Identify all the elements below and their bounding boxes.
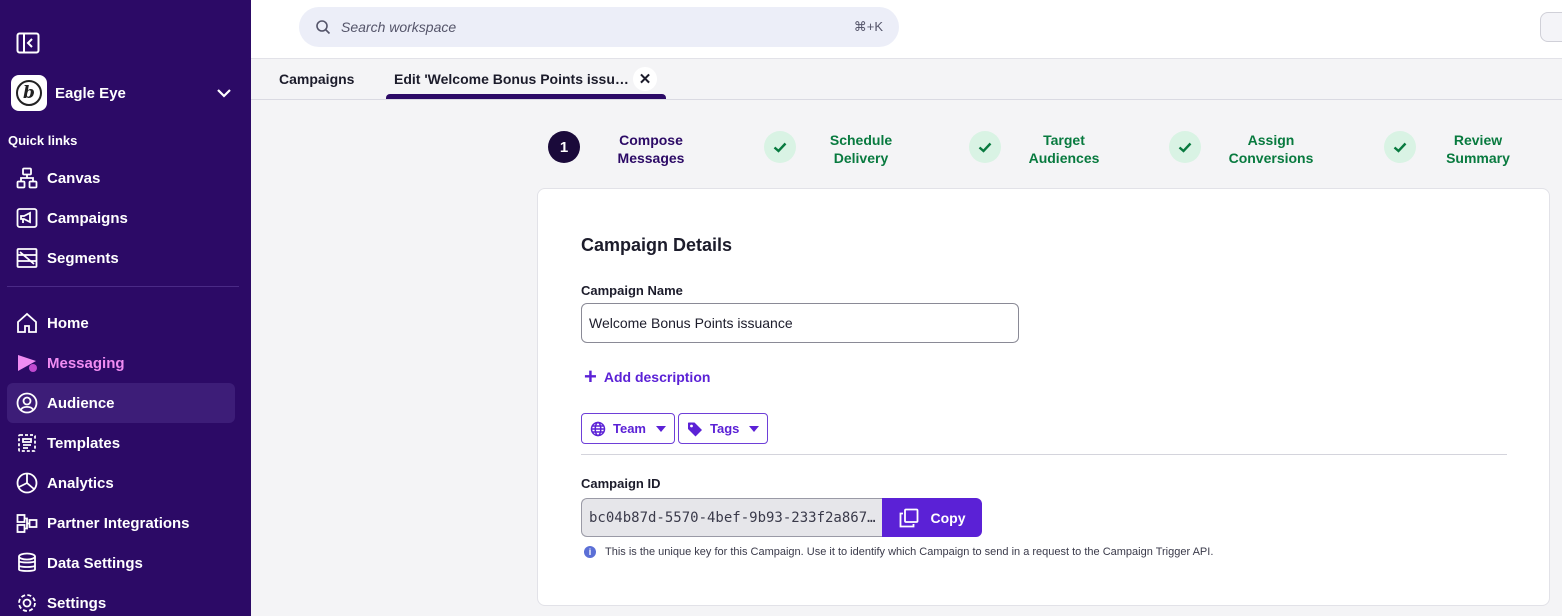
team-dropdown[interactable]: Team	[581, 413, 675, 444]
caret-down-icon	[749, 425, 760, 432]
segments-icon	[16, 247, 38, 269]
sidebar-item-audience[interactable]: Audience	[7, 383, 235, 423]
sidebar-item-messaging[interactable]: Messaging	[7, 343, 235, 383]
check-icon	[764, 131, 796, 163]
tab-campaigns[interactable]: Campaigns	[279, 59, 354, 99]
workspace-switcher[interactable]: b Eagle Eye	[11, 75, 236, 111]
search-input[interactable]: Search workspace ⌘+K	[299, 7, 899, 47]
sidebar-item-label: Settings	[47, 594, 107, 612]
analytics-icon	[16, 472, 38, 494]
step-target-audiences[interactable]	[969, 131, 1001, 163]
sidebar-divider	[7, 286, 239, 287]
sidebar-item-label: Messaging	[47, 354, 125, 372]
canvas-icon	[16, 167, 38, 189]
search-shortcut: ⌘+K	[853, 19, 883, 34]
database-icon	[16, 552, 38, 574]
sidebar-item-campaigns[interactable]: Campaigns	[7, 198, 235, 238]
caret-down-icon	[656, 425, 666, 432]
messaging-icon	[16, 352, 38, 374]
globe-icon	[590, 421, 606, 437]
sidebar-item-segments[interactable]: Segments	[7, 238, 235, 278]
campaign-name-label: Campaign Name	[581, 283, 683, 298]
home-icon	[16, 312, 38, 334]
campaign-id-label: Campaign ID	[581, 476, 661, 491]
campaign-id-help: i This is the unique key for this Campai…	[584, 546, 1213, 558]
campaign-name-field[interactable]	[581, 303, 1019, 343]
step-label[interactable]: Compose Messages	[591, 131, 711, 167]
audience-icon	[16, 392, 38, 414]
sidebar-item-analytics[interactable]: Analytics	[7, 463, 235, 503]
search-placeholder: Search workspace	[341, 19, 457, 35]
copy-button[interactable]: Copy	[882, 498, 982, 537]
sidebar-item-label: Audience	[47, 394, 115, 412]
gear-icon	[16, 592, 38, 614]
sidebar-item-label: Home	[47, 314, 89, 332]
check-icon	[969, 131, 1001, 163]
campaign-id-field: bc04b87d-5570-4bef-9b93-233f2a867…	[581, 498, 882, 537]
quick-links-heading: Quick links	[8, 133, 78, 148]
sidebar-item-label: Campaigns	[47, 209, 128, 227]
step-assign-conversions[interactable]	[1169, 131, 1201, 163]
active-tab-indicator	[386, 94, 666, 99]
help-button[interactable]	[1540, 12, 1562, 42]
step-compose-messages[interactable]: 1	[548, 131, 580, 163]
sidebar-item-label: Segments	[47, 249, 119, 267]
step-review-summary[interactable]	[1384, 131, 1416, 163]
step-label[interactable]: Schedule Delivery	[801, 131, 921, 167]
tab-bar: Campaigns Edit 'Welcome Bonus Points iss…	[251, 59, 1562, 100]
sidebar-item-home[interactable]: Home	[7, 303, 235, 343]
close-icon[interactable]: ✕	[633, 67, 657, 91]
campaign-details-card: Campaign Details Campaign Name + Add des…	[537, 188, 1550, 606]
workspace-name: Eagle Eye	[55, 84, 126, 102]
sidebar-item-label: Data Settings	[47, 554, 143, 572]
sidebar: b Eagle Eye Quick links Canvas Campaigns…	[0, 0, 251, 616]
step-schedule-delivery[interactable]	[764, 131, 796, 163]
step-number: 1	[548, 131, 580, 163]
step-label[interactable]: Assign Conversions	[1211, 131, 1331, 167]
templates-icon	[16, 432, 38, 454]
sidebar-item-settings[interactable]: Settings	[7, 583, 235, 616]
top-bar: Search workspace ⌘+K	[251, 0, 1562, 59]
plus-icon: +	[584, 364, 597, 389]
page-title: Campaign Details	[581, 235, 733, 255]
section-divider	[581, 454, 1507, 455]
sidebar-item-label: Analytics	[47, 474, 114, 492]
step-label[interactable]: Target Audiences	[1004, 131, 1124, 167]
workspace-logo: b	[11, 75, 47, 111]
search-icon	[315, 19, 331, 35]
chevron-down-icon	[216, 85, 232, 101]
megaphone-icon	[16, 207, 38, 229]
sidebar-item-canvas[interactable]: Canvas	[7, 158, 235, 198]
sidebar-item-label: Templates	[47, 434, 121, 452]
tab-edit-campaign[interactable]: Edit 'Welcome Bonus Points issu…	[386, 59, 666, 99]
sidebar-collapse-icon[interactable]	[16, 32, 40, 54]
sidebar-item-partner-integrations[interactable]: Partner Integrations	[7, 503, 235, 543]
sidebar-item-templates[interactable]: Templates	[7, 423, 235, 463]
info-icon: i	[584, 546, 596, 558]
add-description-button[interactable]: + Add description	[584, 364, 710, 389]
sidebar-item-label: Canvas	[47, 169, 101, 187]
sidebar-item-label: Partner Integrations	[47, 514, 190, 532]
check-icon	[1384, 131, 1416, 163]
check-icon	[1169, 131, 1201, 163]
tag-icon	[687, 421, 703, 437]
integrations-icon	[16, 512, 38, 534]
sidebar-item-data-settings[interactable]: Data Settings	[7, 543, 235, 583]
copy-icon	[899, 508, 919, 528]
tags-dropdown[interactable]: Tags	[678, 413, 769, 444]
step-label[interactable]: Review Summary	[1418, 131, 1538, 167]
